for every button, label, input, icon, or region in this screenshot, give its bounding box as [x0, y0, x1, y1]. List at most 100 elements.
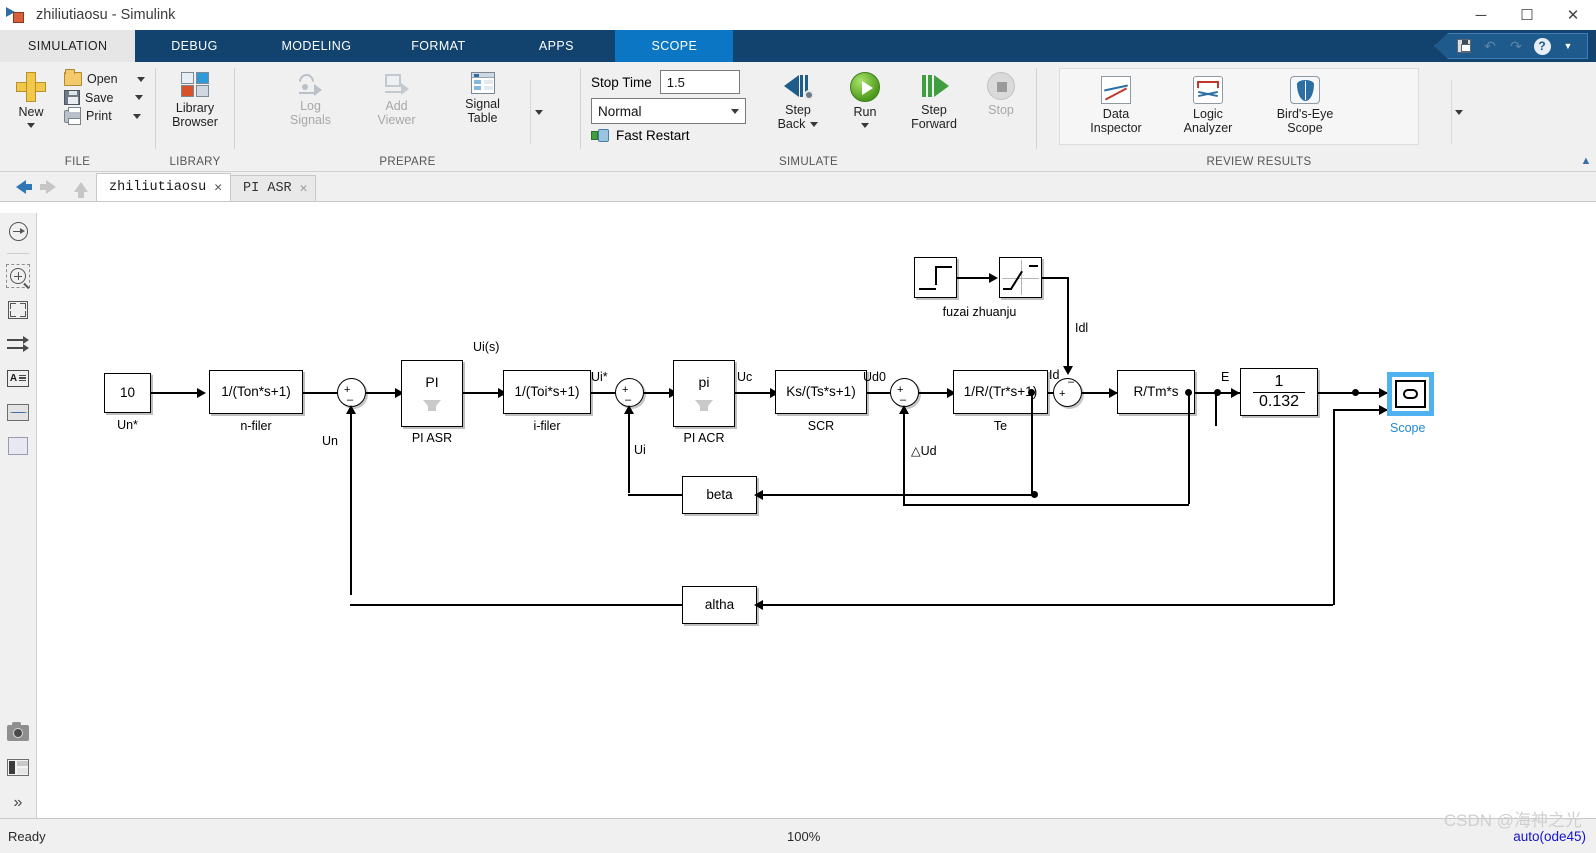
stop-button[interactable]: Stop	[972, 68, 1030, 121]
minimize-button[interactable]: ─	[1458, 0, 1504, 30]
template-icon[interactable]	[6, 755, 30, 779]
area-icon[interactable]	[6, 434, 30, 458]
signal-table-label-2: Table	[467, 111, 498, 126]
help-button[interactable]: ?	[1529, 35, 1555, 57]
signal-routing-icon[interactable]	[6, 332, 30, 356]
block-scr[interactable]: Ks/(Ts*s+1)	[775, 370, 867, 414]
library-browser-label-2: Browser	[172, 115, 218, 130]
tab-apps[interactable]: APPS	[497, 30, 615, 62]
fit-to-view-icon[interactable]	[6, 298, 30, 322]
block-pi-asr[interactable]: PI	[401, 360, 463, 427]
signal-label-un: Un	[322, 434, 338, 448]
back-button[interactable]	[6, 173, 36, 201]
block-i-filter[interactable]: 1/(Toi*s+1)	[503, 370, 591, 414]
block-altha[interactable]: altha	[682, 586, 757, 624]
ribbon-collapse-button[interactable]: ▲	[1578, 153, 1594, 169]
library-browser-button[interactable]: Library Browser	[164, 68, 226, 134]
navigate-icon[interactable]	[6, 219, 30, 243]
simulate-group-title: SIMULATE	[778, 156, 839, 168]
logic-analyzer-button[interactable]: Logic Analyzer	[1162, 72, 1254, 140]
data-inspector-button[interactable]: Data Inspector	[1070, 72, 1162, 140]
block-r-tms[interactable]: R/Tm*s	[1117, 370, 1195, 414]
chevron-down-icon	[1455, 109, 1464, 115]
status-zoom-level[interactable]: 100%	[787, 829, 820, 844]
tab-modeling[interactable]: MODELING	[253, 30, 379, 62]
model-tab-bar: zhiliutiaosu ✕ PI ASR ✕	[0, 172, 1596, 202]
quick-access-more-button[interactable]: ▼	[1555, 35, 1581, 57]
block-constant-un-star[interactable]: 10	[104, 373, 151, 413]
log-signals-label-2: Signals	[290, 113, 331, 128]
close-button[interactable]: ✕	[1550, 0, 1596, 30]
ribbon-tab-strip: SIMULATION DEBUG MODELING FORMAT APPS SC…	[0, 30, 1596, 62]
junction-dot	[1028, 389, 1035, 396]
maximize-button[interactable]: ☐	[1504, 0, 1550, 30]
wire	[903, 504, 1189, 506]
canvas-toolbar: A »	[0, 213, 37, 818]
redo-button[interactable]: ↷	[1503, 35, 1529, 57]
model-tab-label: PI ASR	[243, 181, 292, 196]
tab-debug[interactable]: DEBUG	[135, 30, 253, 62]
step-forward-button[interactable]: Step Forward	[896, 68, 972, 136]
viewer-icon[interactable]	[6, 400, 30, 424]
ribbon-group-library: Library Browser LIBRARY	[156, 62, 234, 171]
print-button[interactable]: Print	[60, 106, 149, 125]
prepare-more-button[interactable]	[529, 80, 548, 144]
save-button[interactable]: Save	[60, 88, 149, 107]
signal-table-button[interactable]: Signal Table	[440, 68, 526, 130]
annotation-icon[interactable]: A	[6, 366, 30, 390]
block-label-pi-asr: PI ASR	[411, 431, 453, 445]
birds-eye-scope-button[interactable]: Bird's-Eye Scope	[1254, 72, 1356, 140]
tab-format[interactable]: FORMAT	[379, 30, 497, 62]
add-viewer-label-2: Viewer	[377, 113, 416, 128]
expand-icon[interactable]: »	[6, 791, 30, 815]
scope-screen-icon	[1402, 388, 1419, 400]
scope-face	[1395, 380, 1426, 408]
simulation-mode-select[interactable]: Normal	[591, 98, 746, 124]
open-button[interactable]: Open	[60, 69, 149, 88]
add-viewer-button[interactable]: Add Viewer	[354, 68, 440, 132]
new-button[interactable]: New	[4, 68, 58, 132]
up-button[interactable]	[66, 173, 96, 201]
block-pi-acr[interactable]: pi	[673, 360, 735, 427]
close-icon[interactable]: ✕	[214, 180, 222, 195]
stop-time-input[interactable]: 1.5	[659, 70, 740, 94]
junction-dot	[1352, 389, 1359, 396]
tab-scope[interactable]: SCOPE	[615, 30, 734, 62]
block-scope[interactable]	[1388, 373, 1433, 415]
block-label-scope: Scope	[1390, 421, 1426, 435]
close-icon[interactable]: ✕	[300, 181, 308, 196]
wire	[1188, 392, 1190, 504]
floppy-icon	[1457, 39, 1471, 53]
folder-icon	[64, 69, 82, 86]
undo-button[interactable]: ↶	[1477, 35, 1503, 57]
block-step-input[interactable]	[914, 257, 957, 298]
step-back-button[interactable]: Step Back	[762, 68, 834, 136]
arrow-icon	[754, 600, 763, 610]
zoom-icon[interactable]	[6, 264, 30, 288]
block-ce-gain[interactable]: 1 0.132	[1240, 368, 1318, 416]
block-saturation[interactable]	[999, 257, 1042, 298]
ribbon-group-simulate: Stop Time 1.5 Normal Fast Restart Step B…	[581, 62, 1036, 171]
model-canvas[interactable]: 10 Un* 1/(Ton*s+1) n-filer + – Un PI PI …	[37, 213, 1596, 818]
arrow-icon	[624, 405, 634, 414]
run-button[interactable]: Run	[834, 68, 896, 132]
birds-eye-scope-label-1: Bird's-Eye	[1276, 107, 1334, 121]
review-more-button[interactable]	[1450, 80, 1467, 144]
block-n-filter[interactable]: 1/(Ton*s+1)	[209, 370, 303, 414]
fast-restart-label[interactable]: Fast Restart	[616, 128, 690, 143]
log-signals-button[interactable]: Log Signals	[268, 68, 354, 132]
wire	[1067, 277, 1069, 369]
camera-icon[interactable]	[6, 721, 30, 745]
save-icon	[64, 90, 80, 105]
divider	[7, 253, 29, 254]
tab-simulation[interactable]: SIMULATION	[0, 30, 136, 62]
forward-button[interactable]	[36, 173, 66, 201]
model-tab-pi-asr[interactable]: PI ASR ✕	[230, 175, 317, 201]
model-tab-zhiliutiaosu[interactable]: zhiliutiaosu ✕	[96, 173, 232, 201]
block-beta[interactable]: beta	[682, 476, 757, 514]
fast-restart-icon	[591, 128, 609, 143]
save-quick-button[interactable]	[1451, 35, 1477, 57]
fraction-denominator: 0.132	[1252, 391, 1306, 411]
status-solver[interactable]: auto(ode45)	[1513, 829, 1586, 844]
signal-label-e: E	[1221, 370, 1230, 384]
